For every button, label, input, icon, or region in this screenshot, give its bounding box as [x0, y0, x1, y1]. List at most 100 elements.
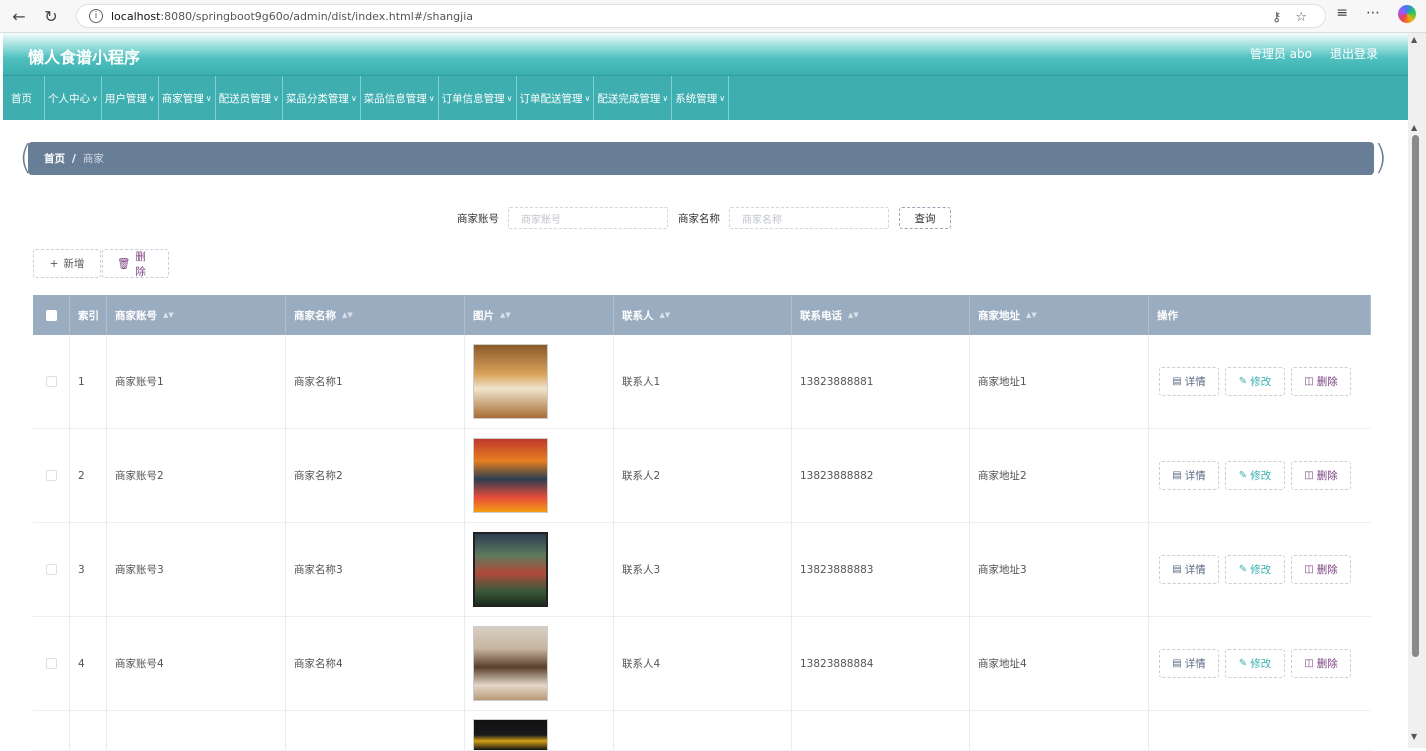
- menu-item-9[interactable]: 配送完成管理 ∨: [594, 76, 673, 120]
- query-button[interactable]: 查询: [899, 207, 951, 229]
- delete-button[interactable]: ◫ 删除: [1291, 461, 1351, 490]
- merchant-image[interactable]: [473, 438, 548, 513]
- pencil-icon: ✎: [1238, 658, 1248, 669]
- cell-account: 商家账号3: [107, 523, 286, 616]
- detail-button[interactable]: ▤ 详情: [1159, 367, 1219, 396]
- header-index: 索引: [70, 295, 107, 335]
- logout-link[interactable]: 退出登录: [1330, 45, 1378, 62]
- trash-icon: 🗑: [117, 258, 131, 270]
- name-search-input[interactable]: 商家名称: [729, 207, 889, 229]
- chevron-down-icon: ∨: [428, 93, 435, 103]
- chevron-down-icon: ∨: [506, 93, 513, 103]
- delete-button[interactable]: ◫ 删除: [1291, 367, 1351, 396]
- trash-icon: ◫: [1304, 376, 1314, 387]
- merchant-image[interactable]: [473, 626, 548, 701]
- detail-button[interactable]: ▤ 详情: [1159, 461, 1219, 490]
- header-contact[interactable]: 联系人 ▲▼: [614, 295, 792, 335]
- cell-contact: 联系人3: [614, 523, 792, 616]
- menu-item-10[interactable]: 系统管理 ∨: [672, 76, 730, 120]
- scroll-up-icon[interactable]: ▲: [1411, 123, 1417, 132]
- menu-item-label: 首页: [11, 92, 32, 105]
- trash-icon: ◫: [1304, 470, 1314, 481]
- edit-button[interactable]: ✎ 修改: [1225, 367, 1285, 396]
- cell-account: 商家账号1: [107, 335, 286, 428]
- batch-delete-button[interactable]: 🗑 删除: [102, 249, 169, 278]
- chevron-down-icon: ∨: [148, 93, 155, 103]
- row-checkbox[interactable]: [45, 376, 57, 387]
- menu-item-label: 商家管理: [161, 92, 204, 105]
- edit-label: 修改: [1250, 470, 1272, 482]
- menu-item-1[interactable]: 个人中心 ∨: [45, 76, 102, 120]
- trash-icon: ◫: [1304, 658, 1314, 669]
- header-name[interactable]: 商家名称 ▲▼: [286, 295, 465, 335]
- reload-icon[interactable]: ↻: [38, 3, 64, 29]
- menu-item-6[interactable]: 菜品信息管理 ∨: [361, 76, 439, 120]
- row-checkbox[interactable]: [45, 564, 57, 575]
- merchant-image[interactable]: [473, 532, 548, 607]
- scroll-up-icon[interactable]: ▲: [1411, 35, 1417, 44]
- header-phone[interactable]: 联系电话 ▲▼: [792, 295, 970, 335]
- password-key-icon[interactable]: ⚷: [1272, 10, 1282, 25]
- select-all-checkbox[interactable]: [45, 309, 57, 321]
- detail-label: 详情: [1184, 658, 1206, 670]
- merchant-image[interactable]: [473, 344, 548, 419]
- menu-item-0[interactable]: 首页: [3, 76, 45, 120]
- sort-icon[interactable]: ▲▼: [848, 311, 859, 319]
- cell-account: 商家账号4: [107, 617, 286, 710]
- document-icon: ▤: [1172, 376, 1182, 387]
- menu-item-8[interactable]: 订单配送管理 ∨: [517, 76, 595, 120]
- menu-item-4[interactable]: 配送员管理 ∨: [216, 76, 283, 120]
- sort-icon[interactable]: ▲▼: [500, 311, 511, 319]
- more-menu-icon[interactable]: ⋯: [1366, 5, 1380, 23]
- favorite-star-icon[interactable]: ☆: [1295, 10, 1307, 25]
- sort-icon[interactable]: ▲▼: [1026, 311, 1037, 319]
- info-icon[interactable]: i: [89, 9, 103, 23]
- menu-item-5[interactable]: 菜品分类管理 ∨: [283, 76, 361, 120]
- header-image[interactable]: 图片 ▲▼: [465, 295, 614, 335]
- cell-contact: 联系人4: [614, 617, 792, 710]
- edit-button[interactable]: ✎ 修改: [1225, 555, 1285, 584]
- sort-icon[interactable]: ▲▼: [660, 311, 671, 319]
- sort-icon[interactable]: ▲▼: [342, 311, 353, 319]
- merchant-image[interactable]: [473, 719, 548, 750]
- delete-label: 删除: [1316, 470, 1338, 482]
- account-search-input[interactable]: 商家账号: [508, 207, 668, 229]
- scroll-thumb[interactable]: [1412, 135, 1419, 657]
- document-icon: ▤: [1172, 470, 1182, 481]
- edit-button[interactable]: ✎ 修改: [1225, 649, 1285, 678]
- table-row: [33, 711, 1371, 751]
- cell-index: 4: [70, 617, 107, 710]
- menu-item-7[interactable]: 订单信息管理 ∨: [439, 76, 517, 120]
- sort-icon[interactable]: ▲▼: [163, 311, 174, 319]
- breadcrumb-home[interactable]: 首页: [44, 151, 65, 166]
- trash-icon: ◫: [1304, 564, 1314, 575]
- edit-button[interactable]: ✎ 修改: [1225, 461, 1285, 490]
- delete-button[interactable]: ◫ 删除: [1291, 555, 1351, 584]
- menu-item-3[interactable]: 商家管理 ∨: [159, 76, 216, 120]
- row-checkbox[interactable]: [45, 658, 57, 669]
- pencil-icon: ✎: [1238, 470, 1248, 481]
- back-icon[interactable]: ←: [6, 3, 32, 29]
- breadcrumb-current: 商家: [82, 153, 104, 165]
- favorites-list-icon[interactable]: ≡: [1336, 5, 1348, 23]
- header-address[interactable]: 商家地址 ▲▼: [970, 295, 1149, 335]
- delete-label: 删除: [135, 250, 146, 278]
- cell-index: 1: [70, 335, 107, 428]
- detail-button[interactable]: ▤ 详情: [1159, 555, 1219, 584]
- table-row: 2 商家账号2 商家名称2 联系人2 13823888882 商家地址2 ▤ 详情 ✎ 修改 ◫ 删除: [33, 429, 1371, 523]
- app-header: 懒人食谱小程序 管理员 abo 退出登录: [3, 33, 1408, 75]
- detail-button[interactable]: ▤ 详情: [1159, 649, 1219, 678]
- delete-button[interactable]: ◫ 删除: [1291, 649, 1351, 678]
- address-bar[interactable]: i localhost:8080/springboot9g60o/admin/d…: [76, 4, 1326, 28]
- header-account[interactable]: 商家账号 ▲▼: [107, 295, 286, 335]
- detail-label: 详情: [1184, 376, 1206, 388]
- chevron-down-icon: ∨: [584, 93, 591, 103]
- menu-item-2[interactable]: 用户管理 ∨: [102, 76, 159, 120]
- cell-address: 商家地址3: [970, 523, 1149, 616]
- row-checkbox[interactable]: [45, 470, 57, 481]
- copilot-icon[interactable]: [1398, 5, 1416, 23]
- scroll-down-icon[interactable]: ▼: [1411, 732, 1417, 741]
- breadcrumb-right-bracket: ): [1374, 138, 1388, 178]
- add-button[interactable]: + 新增: [33, 249, 101, 278]
- cell-phone: 13823888883: [792, 523, 970, 616]
